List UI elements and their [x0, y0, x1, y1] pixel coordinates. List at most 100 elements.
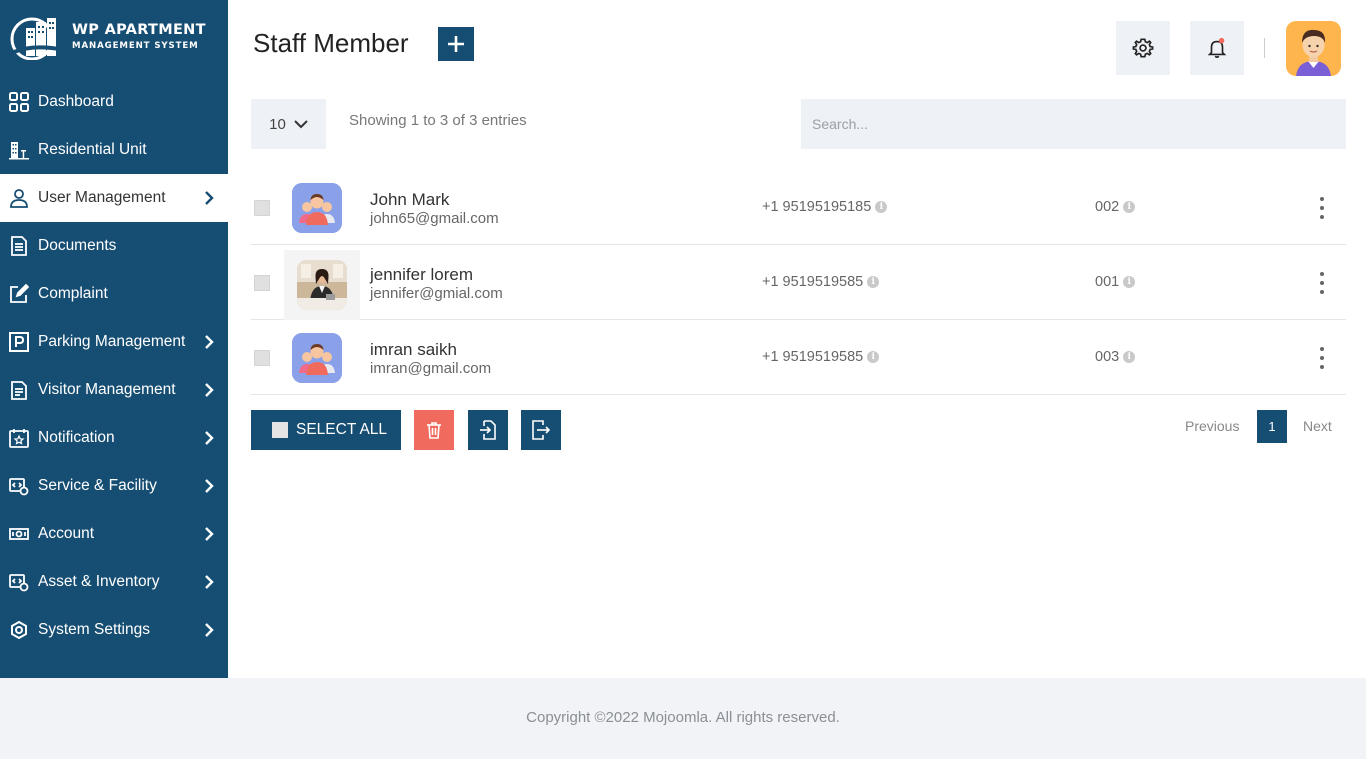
table-row: John Mark john65@gmail.com +1 9519519518…	[251, 170, 1346, 245]
chevron-right-icon	[204, 527, 214, 541]
bell-icon	[1207, 37, 1227, 58]
page-title: Staff Member	[253, 28, 409, 58]
parking-icon	[8, 331, 30, 353]
info-icon[interactable]: i	[875, 201, 888, 213]
sidebar-item-system-settings[interactable]: System Settings	[0, 606, 228, 654]
sidebar-item-label: Notification	[38, 429, 115, 446]
sidebar-item-label: Account	[38, 525, 95, 542]
row-menu-icon[interactable]	[1317, 347, 1327, 369]
pagination-page-1[interactable]: 1	[1257, 410, 1287, 443]
sidebar-item-residential-unit[interactable]: Residential Unit	[0, 126, 228, 174]
sidebar-item-dashboard[interactable]: Dashboard	[0, 78, 228, 126]
sidebar-item-label: Visitor Management	[38, 381, 176, 398]
sidebar-item-label: User Management	[38, 189, 166, 206]
info-icon[interactable]: i	[1123, 351, 1136, 363]
select-all-label: SELECT ALL	[296, 421, 388, 438]
service-icon	[8, 475, 30, 497]
staff-name: jennifer lorem	[370, 265, 473, 284]
staff-table: John Mark john65@gmail.com +1 9519519518…	[251, 170, 1346, 395]
staff-email: john65@gmail.com	[370, 210, 499, 227]
user-icon	[8, 187, 30, 209]
import-file-icon	[480, 420, 496, 440]
sidebar-item-service-facility[interactable]: Service & Facility	[0, 462, 228, 510]
sidebar-item-visitor-management[interactable]: Visitor Management	[0, 366, 228, 414]
staff-code: 002 i	[1095, 199, 1136, 215]
code-value: 003	[1095, 349, 1120, 365]
pagination-next[interactable]: Next	[1303, 418, 1332, 434]
row-checkbox[interactable]	[254, 200, 270, 216]
table-row: jennifer lorem jennifer@gmial.com +1 951…	[251, 245, 1346, 320]
chevron-right-icon	[204, 431, 214, 445]
sidebar-item-user-management[interactable]: User Management	[0, 174, 228, 222]
sidebar-item-label: Asset & Inventory	[38, 573, 160, 590]
settings-button[interactable]	[1116, 21, 1170, 75]
notifications-button[interactable]	[1190, 21, 1244, 75]
row-menu-icon[interactable]	[1317, 197, 1327, 219]
table-row: imran saikh imran@gmail.com +1 951951958…	[251, 320, 1346, 395]
phone-value: +1 95195195185	[762, 199, 872, 215]
group-avatar-icon	[292, 333, 342, 383]
info-icon[interactable]: i	[867, 276, 880, 288]
search-input[interactable]	[801, 99, 1346, 149]
staff-code: 001 i	[1095, 274, 1136, 290]
sidebar-item-parking-management[interactable]: Parking Management	[0, 318, 228, 366]
row-menu-icon[interactable]	[1317, 272, 1327, 294]
sidebar-item-account[interactable]: Account	[0, 510, 228, 558]
building-logo-icon	[10, 14, 68, 61]
code-value: 002	[1095, 199, 1120, 215]
sidebar-item-label: Dashboard	[38, 93, 114, 110]
header-divider	[1264, 38, 1265, 58]
brand-subtitle: MANAGEMENT SYSTEM	[72, 41, 199, 52]
page-size-value: 10	[269, 115, 286, 133]
money-icon	[8, 523, 30, 545]
staff-email: imran@gmail.com	[370, 360, 492, 377]
plus-icon	[448, 36, 464, 52]
sidebar: WP APARTMENT MANAGEMENT SYSTEM Dashboard…	[0, 0, 228, 678]
app: WP APARTMENT MANAGEMENT SYSTEM Dashboard…	[0, 0, 1366, 759]
sidebar-item-label: Parking Management	[38, 333, 186, 350]
phone-value: +1 9519519585	[762, 349, 864, 365]
phone-value: +1 9519519585	[762, 274, 864, 290]
add-staff-button[interactable]	[438, 27, 474, 61]
staff-name: John Mark	[370, 190, 450, 209]
sidebar-item-label: Documents	[38, 237, 117, 254]
dashboard-grid-icon	[8, 91, 30, 113]
chevron-right-icon	[204, 575, 214, 589]
sidebar-item-notification[interactable]: Notification	[0, 414, 228, 462]
chevron-right-icon	[204, 383, 214, 397]
staff-phone: +1 9519519585 i	[762, 274, 880, 290]
select-all-button[interactable]: SELECT ALL	[251, 410, 401, 450]
sidebar-item-complaint[interactable]: Complaint	[0, 270, 228, 318]
brand[interactable]: WP APARTMENT MANAGEMENT SYSTEM	[10, 14, 220, 61]
staff-email: jennifer@gmial.com	[370, 285, 503, 302]
info-icon[interactable]: i	[867, 351, 880, 363]
sidebar-item-documents[interactable]: Documents	[0, 222, 228, 270]
copyright-text: Copyright ©2022 Mojoomla. All rights res…	[526, 709, 840, 726]
import-button[interactable]	[468, 410, 508, 450]
sidebar-item-label: Service & Facility	[38, 477, 157, 494]
page-size-select[interactable]: 10	[251, 99, 326, 149]
staff-code: 003 i	[1095, 349, 1136, 365]
staff-phone: +1 9519519585 i	[762, 349, 880, 365]
chevron-right-icon	[204, 191, 214, 205]
clipboard-icon	[8, 379, 30, 401]
export-button[interactable]	[521, 410, 561, 450]
code-value: 001	[1095, 274, 1120, 290]
select-all-checkbox[interactable]	[272, 422, 288, 438]
group-avatar-icon	[292, 183, 342, 233]
row-checkbox[interactable]	[254, 275, 270, 291]
chevron-down-icon	[294, 120, 308, 129]
delete-button[interactable]	[414, 410, 454, 450]
profile-avatar[interactable]	[1286, 21, 1341, 76]
info-icon[interactable]: i	[1123, 276, 1136, 288]
staff-name: imran saikh	[370, 340, 457, 359]
chevron-right-icon	[204, 335, 214, 349]
staff-phone: +1 95195195185 i	[762, 199, 888, 215]
info-icon[interactable]: i	[1123, 201, 1136, 213]
sidebar-item-asset-inventory[interactable]: Asset & Inventory	[0, 558, 228, 606]
pagination-previous[interactable]: Previous	[1185, 418, 1239, 434]
row-checkbox[interactable]	[254, 350, 270, 366]
document-icon	[8, 235, 30, 257]
asset-icon	[8, 571, 30, 593]
sidebar-item-label: Complaint	[38, 285, 108, 302]
